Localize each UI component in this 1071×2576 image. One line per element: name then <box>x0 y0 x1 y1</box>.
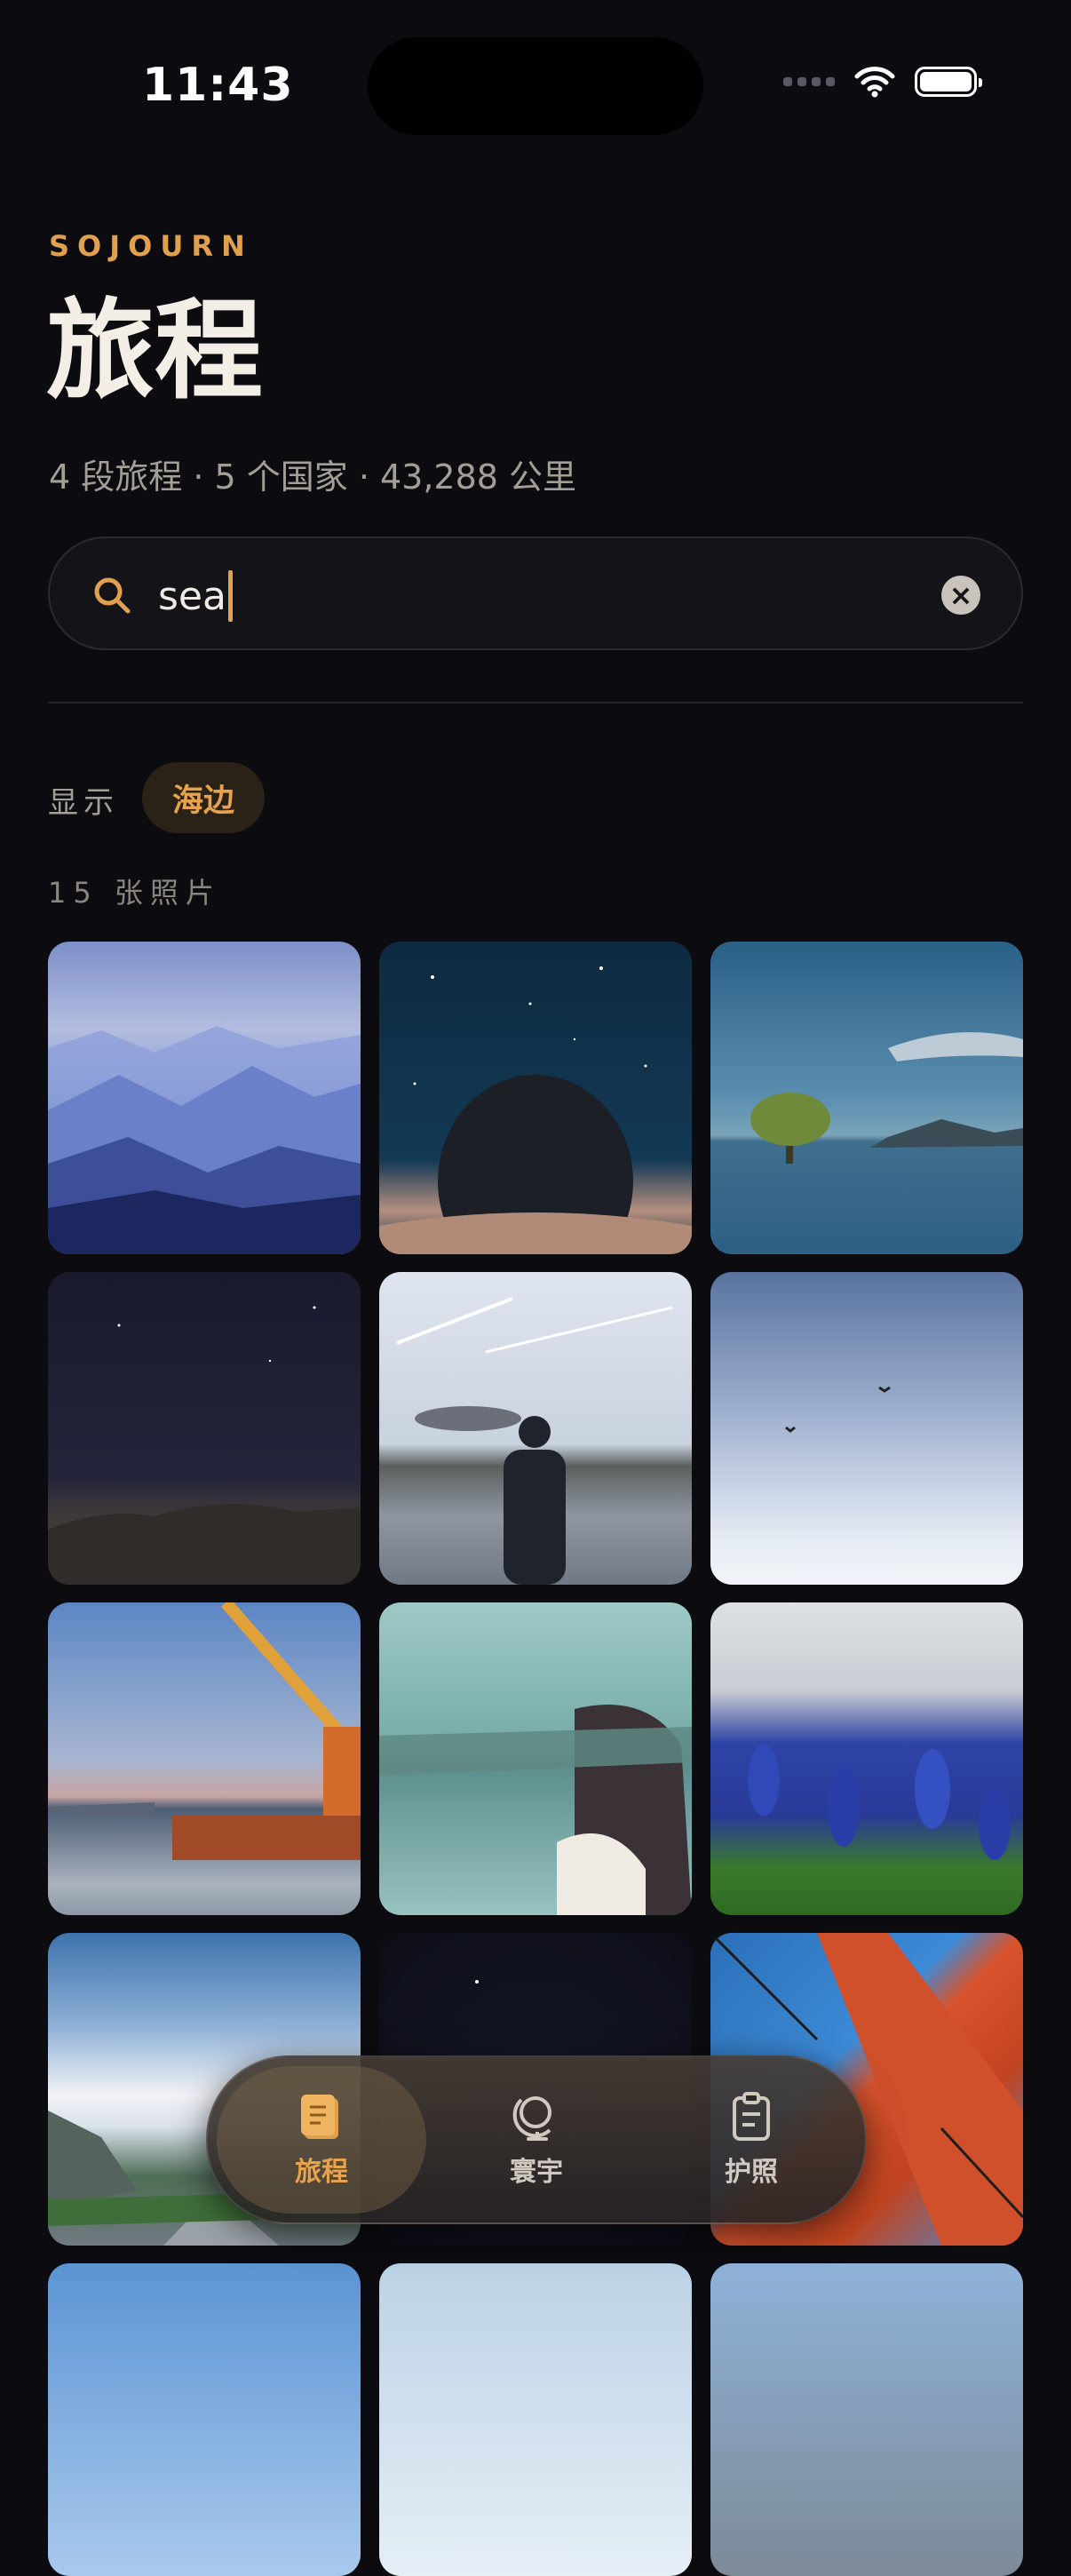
page-title: 旅程 <box>46 288 263 414</box>
tab-label: 旅程 <box>295 2157 348 2188</box>
photo-tile[interactable] <box>379 1272 692 1585</box>
photo-tile[interactable] <box>379 2263 692 2576</box>
search-input[interactable]: sea <box>158 570 233 622</box>
photo-tile[interactable] <box>379 1602 692 1915</box>
night-hills <box>48 1306 361 1585</box>
photo-count: 15 张照片 <box>48 876 221 910</box>
lone-tree-lake <box>750 1032 1023 1164</box>
signal-icon <box>783 77 835 86</box>
tab-label: 护照 <box>725 2157 778 2188</box>
status-time: 11:43 <box>142 59 294 112</box>
mountain-layers <box>48 1026 361 1254</box>
starry-sky-person <box>379 966 692 1254</box>
photo-tile[interactable] <box>710 942 1023 1254</box>
clear-search-button[interactable]: × <box>941 576 980 615</box>
filter-label: 显示 <box>48 785 119 821</box>
tab-label: 寰宇 <box>510 2157 563 2188</box>
photo-tile[interactable] <box>48 1272 361 1585</box>
status-indicators <box>783 66 982 98</box>
filter-chip-seaside[interactable]: 海边 <box>142 762 265 833</box>
photo-tile[interactable] <box>710 1602 1023 1915</box>
photo-grid <box>48 942 1023 2576</box>
text-caret <box>227 570 233 622</box>
passport-icon <box>733 2092 770 2141</box>
man-by-lake <box>396 1297 673 1585</box>
photo-tile[interactable] <box>48 942 361 1254</box>
photo-tile[interactable] <box>48 2263 361 2576</box>
birds-sky <box>785 1386 891 1433</box>
woman-blindfold <box>379 1705 692 1915</box>
divider <box>48 702 1023 704</box>
bluebonnets <box>748 1745 1011 1860</box>
close-icon: × <box>948 578 973 612</box>
dynamic-island <box>368 37 703 135</box>
search-icon <box>94 577 131 614</box>
search-input-text: sea <box>158 573 226 619</box>
tab-globe[interactable]: 寰宇 <box>432 2066 641 2214</box>
journal-icon <box>301 2095 338 2139</box>
photo-tile[interactable] <box>710 1272 1023 1585</box>
tab-passport[interactable]: 护照 <box>647 2066 856 2214</box>
wifi-icon <box>854 67 895 98</box>
harbor-crane <box>48 1602 361 1860</box>
photo-tile[interactable] <box>710 2263 1023 2576</box>
globe-icon <box>512 2096 551 2141</box>
trip-summary: 4 段旅程 · 5 个国家 · 43,288 公里 <box>49 457 577 497</box>
tab-bar: 旅程 寰宇 护照 <box>206 2055 867 2224</box>
battery-icon <box>915 67 982 97</box>
brand-label: SOJOURN <box>49 229 253 263</box>
photo-tile[interactable] <box>48 1602 361 1915</box>
tab-journeys[interactable]: 旅程 <box>217 2066 426 2214</box>
search-field[interactable]: sea × <box>48 537 1023 650</box>
photo-tile[interactable] <box>379 942 692 1254</box>
